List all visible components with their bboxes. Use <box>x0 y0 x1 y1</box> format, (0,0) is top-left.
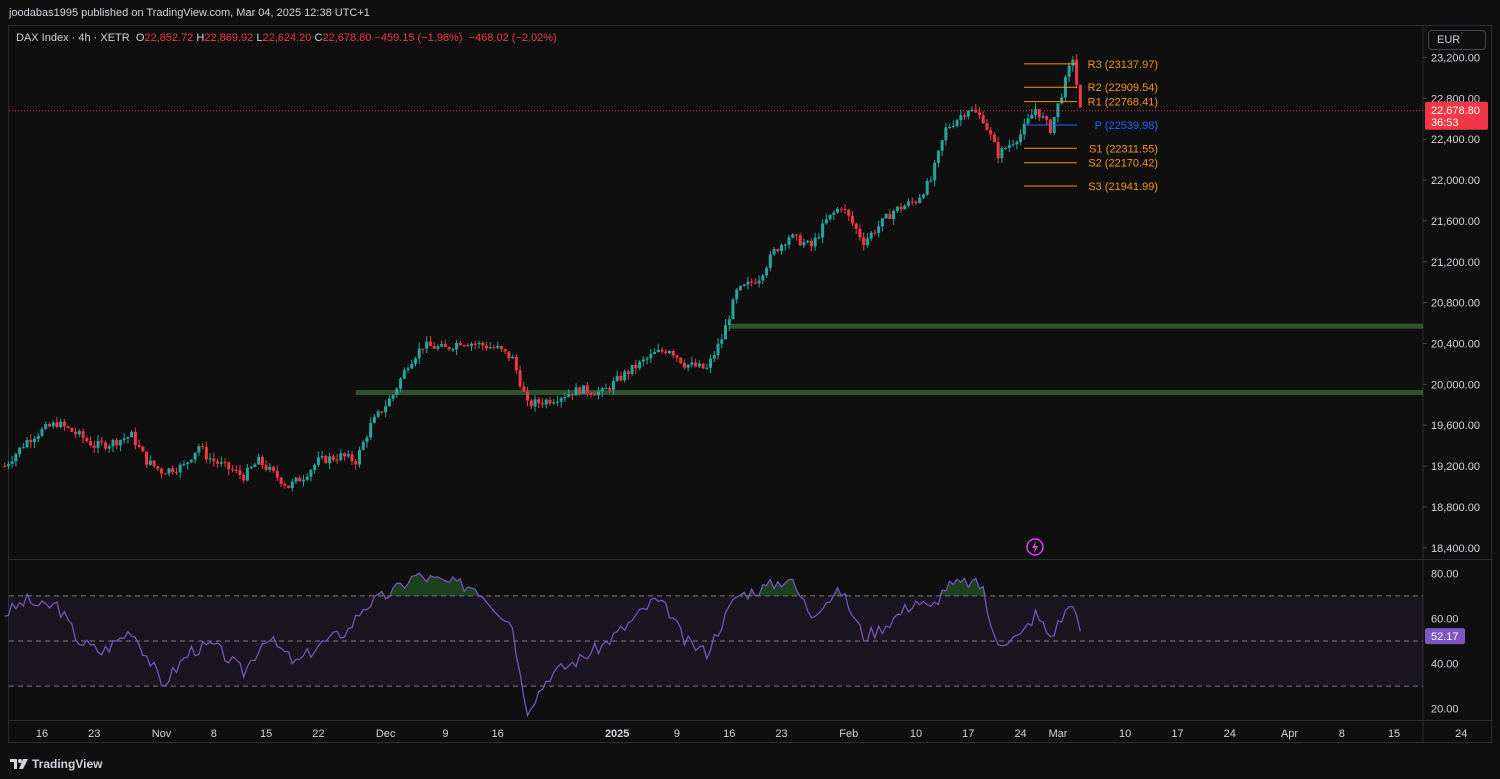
change-value: −459.15 (−1.98%) <box>374 32 463 44</box>
top-bar: joodabas1995 published on TradingView.co… <box>0 0 1500 26</box>
low-value: 22,624.20 <box>262 32 312 44</box>
bottom-bar <box>0 744 1500 779</box>
close-value: 22,678.80 <box>322 32 372 44</box>
change-value-2: −468.02 (−2.02%) <box>468 32 557 44</box>
tradingview-logo[interactable]: TradingView <box>10 757 102 771</box>
symbol-label[interactable]: DAX Index · 4h · XETR <box>16 32 130 44</box>
ohlc-legend: DAX Index · 4h · XETR O22,852.72 H22,869… <box>16 32 557 44</box>
open-value: 22,852.72 <box>144 32 194 44</box>
high-value: 22,869.92 <box>204 32 254 44</box>
candle-body <box>3 466 7 468</box>
tradingview-logo-icon <box>10 759 28 769</box>
currency-button[interactable]: EUR <box>1428 30 1486 50</box>
published-info: joodabas1995 published on TradingView.co… <box>9 7 370 19</box>
tradingview-brand: TradingView <box>32 757 103 771</box>
chart-frame[interactable] <box>8 25 1492 743</box>
